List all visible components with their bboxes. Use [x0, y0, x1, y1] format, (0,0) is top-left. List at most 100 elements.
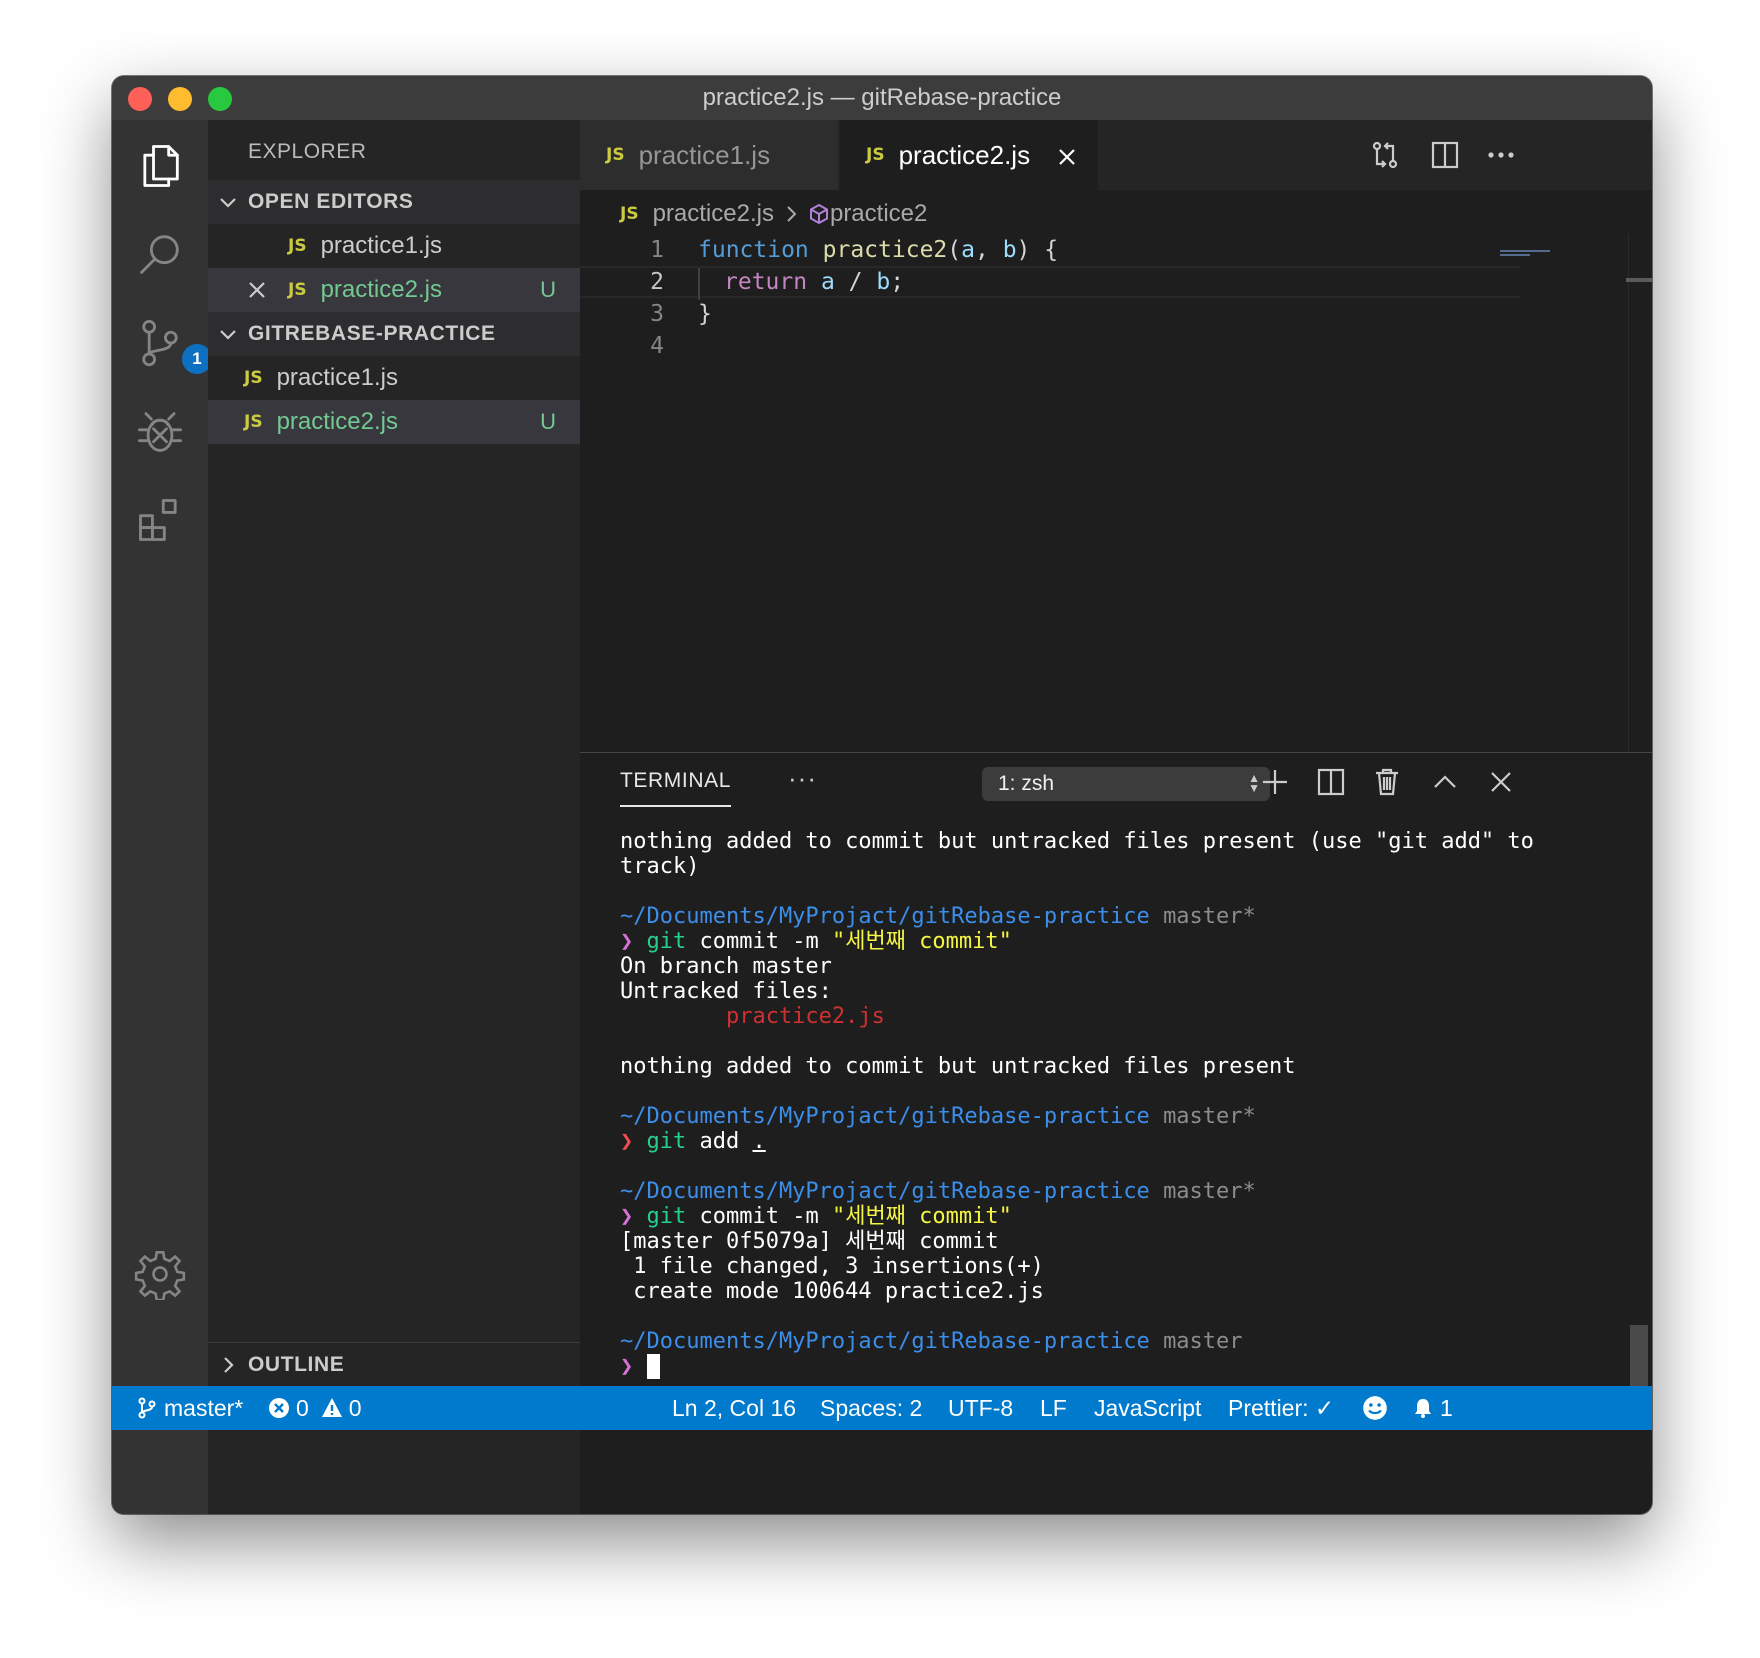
code-line: 4: [580, 330, 1520, 362]
window-title: practice2.js — gitRebase-practice: [702, 84, 1062, 111]
indentation-status[interactable]: Spaces: 2: [820, 1386, 922, 1430]
code-line: 3 }: [580, 298, 1520, 330]
explorer-title: EXPLORER: [248, 140, 367, 163]
extensions-icon[interactable]: [132, 492, 188, 548]
minimap-track[interactable]: [1628, 234, 1652, 752]
breadcrumb-file[interactable]: practice2.js: [653, 200, 774, 228]
minimize-window-button[interactable]: [168, 87, 192, 111]
search-icon[interactable]: [132, 226, 188, 282]
bell-icon: [1415, 1399, 1431, 1418]
problems-status[interactable]: 0 0: [268, 1386, 362, 1430]
code-line-current: 2 return a / b;: [580, 266, 1520, 300]
terminal-prompt-path: ~/Documents/MyProjact/gitRebase-practice…: [620, 1329, 1243, 1354]
vscode-window: practice2.js — gitRebase-practice 1 EXPL…: [112, 76, 1652, 1514]
prettier-status[interactable]: Prettier: ✓: [1228, 1386, 1334, 1430]
terminal-input-line[interactable]: ❯: [620, 1354, 1620, 1379]
panel-more-icon[interactable]: ···: [788, 763, 817, 794]
chevron-down-icon: [208, 192, 248, 212]
settings-gear-icon[interactable]: [132, 1246, 188, 1302]
files-icon[interactable]: [132, 138, 188, 194]
js-file-icon: JS: [606, 145, 625, 165]
terminal-line: On branch master: [620, 954, 832, 979]
terminal-panel: TERMINAL ··· 1: zsh ▲ ▼ nothing added to…: [580, 752, 1652, 1387]
outline-header[interactable]: OUTLINE: [208, 1342, 580, 1386]
tab-practice2[interactable]: JS practice2.js: [840, 120, 1098, 190]
open-changes-icon[interactable]: [1368, 138, 1402, 172]
close-icon[interactable]: [246, 279, 268, 301]
terminal-output[interactable]: nothing added to commit but untracked fi…: [620, 829, 1620, 1379]
terminal-line: nothing added to commit but untracked fi…: [620, 1054, 1296, 1079]
debug-icon[interactable]: [132, 404, 188, 460]
chevron-right-icon: [208, 1355, 248, 1375]
terminal-prompt-path: ~/Documents/MyProjact/gitRebase-practice…: [620, 1179, 1256, 1204]
terminal-line: 1 file changed, 3 insertions(+): [620, 1254, 1044, 1279]
terminal-prompt-path: ~/Documents/MyProjact/gitRebase-practice…: [620, 1104, 1256, 1129]
close-icon[interactable]: [1056, 144, 1078, 166]
terminal-select-value: 1: zsh: [998, 772, 1055, 795]
maximize-panel-icon[interactable]: [1428, 765, 1462, 799]
chevron-right-icon: [787, 206, 797, 222]
code-text: }: [698, 301, 712, 327]
close-window-button[interactable]: [128, 87, 152, 111]
title-bar: practice2.js — gitRebase-practice: [112, 76, 1652, 120]
js-file-icon: JS: [244, 412, 263, 432]
status-bar: master* 0 0 Ln 2, Col 16 Spaces: 2 UTF-8…: [112, 1386, 1652, 1430]
js-file-icon: JS: [288, 280, 307, 300]
terminal-line: Untracked files:: [620, 979, 832, 1004]
terminal-line: [master 0f5079a] 세번째 commit: [620, 1229, 999, 1254]
terminal-cursor: [646, 1354, 660, 1379]
new-terminal-icon[interactable]: [1258, 765, 1292, 799]
open-editor-item-practice2[interactable]: JS practice2.js U: [208, 268, 580, 312]
trash-icon[interactable]: [1370, 765, 1404, 799]
terminal-line: track): [620, 854, 700, 879]
js-file-icon: JS: [288, 236, 307, 256]
source-control-icon[interactable]: 1: [132, 314, 212, 374]
warning-icon: [321, 1398, 342, 1417]
open-editors-header[interactable]: OPEN EDITORS: [208, 180, 580, 224]
line-number: 1: [650, 237, 664, 263]
cursor-position-status[interactable]: Ln 2, Col 16: [672, 1386, 796, 1430]
minimap-slider[interactable]: [1626, 278, 1652, 282]
file-item-practice1[interactable]: JS practice1.js: [208, 356, 580, 400]
breadcrumb-symbol[interactable]: practice2: [830, 200, 927, 228]
tab-terminal[interactable]: TERMINAL: [620, 769, 731, 807]
editor-area: JS practice1.js JS practice2.js JS pract…: [580, 120, 1652, 752]
open-editor-item-practice1[interactable]: JS practice1.js: [208, 224, 580, 268]
split-terminal-icon[interactable]: [1314, 765, 1348, 799]
file-item-practice2[interactable]: JS practice2.js U: [208, 400, 580, 444]
terminal-prompt-path: ~/Documents/MyProjact/gitRebase-practice…: [620, 904, 1256, 929]
symbol-method-icon: [809, 203, 828, 225]
untracked-status: U: [540, 277, 556, 302]
code-text: function practice2(a, b) {: [698, 237, 1059, 263]
tab-practice1[interactable]: JS practice1.js: [580, 120, 838, 190]
tab-label: practice2.js: [898, 139, 1031, 170]
feedback-smiley-icon[interactable]: [1362, 1386, 1394, 1430]
maximize-window-button[interactable]: [208, 87, 232, 111]
tab-label: practice1.js: [638, 139, 771, 170]
terminal-select[interactable]: 1: zsh ▲ ▼: [982, 767, 1270, 801]
untracked-status: U: [540, 409, 556, 434]
terminal-scrollbar[interactable]: [1630, 1325, 1648, 1387]
code-line: 1 function practice2(a, b) {: [580, 234, 1520, 266]
js-file-icon: JS: [244, 368, 263, 388]
panel-header: TERMINAL ··· 1: zsh ▲ ▼: [580, 753, 1652, 815]
language-status[interactable]: JavaScript: [1094, 1386, 1201, 1430]
close-panel-icon[interactable]: [1484, 765, 1518, 799]
split-editor-icon[interactable]: [1428, 138, 1462, 172]
terminal-command: ❯ git commit -m "세번째 commit": [620, 1204, 1012, 1229]
eol-status[interactable]: LF: [1040, 1386, 1067, 1430]
minimap[interactable]: [1500, 250, 1560, 264]
workspace-header[interactable]: GITREBASE-PRACTICE: [208, 312, 580, 356]
terminal-untracked-file: practice2.js: [620, 1004, 885, 1029]
git-branch-icon: [138, 1397, 156, 1419]
notifications-status[interactable]: 1: [1412, 1386, 1453, 1430]
file-name: practice1.js: [276, 364, 398, 391]
branch-status[interactable]: master*: [136, 1386, 243, 1430]
more-actions-icon[interactable]: [1484, 138, 1518, 172]
open-editor-filename: practice2.js: [320, 276, 442, 303]
encoding-status[interactable]: UTF-8: [948, 1386, 1013, 1430]
